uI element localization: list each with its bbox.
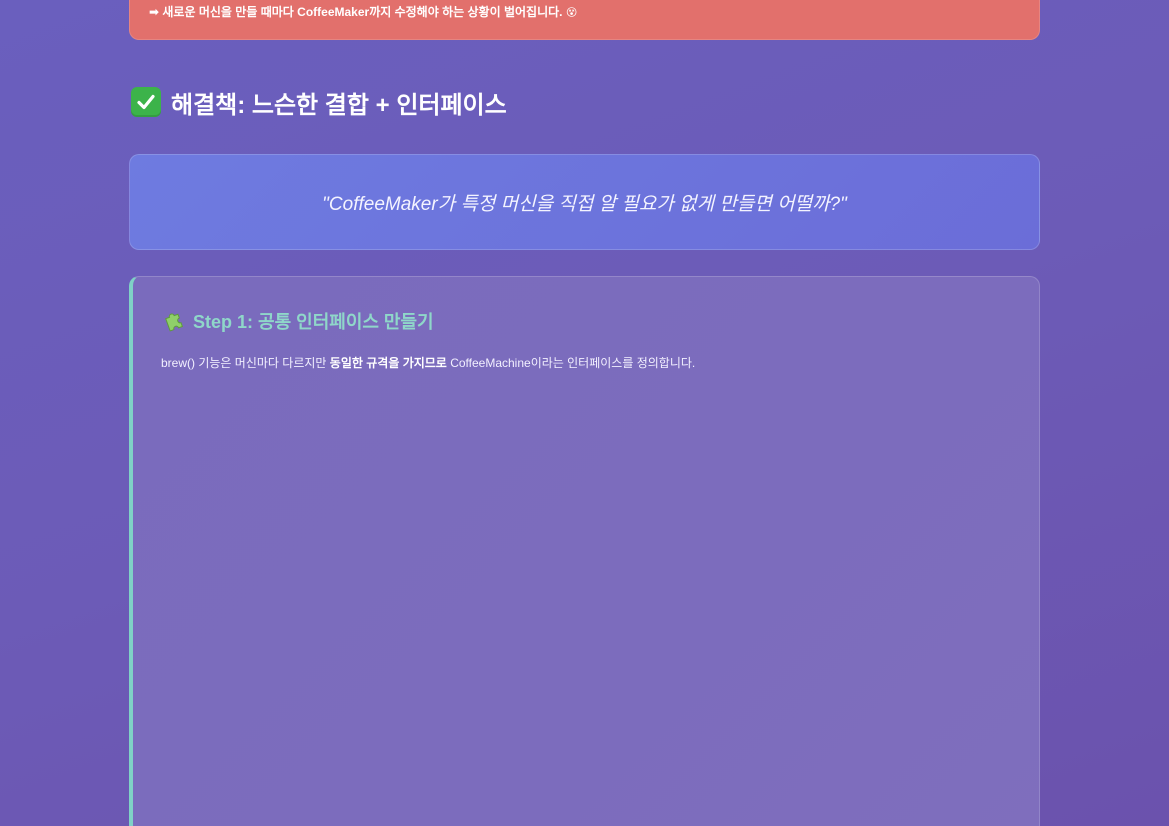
quote-callout: "CoffeeMaker가 특정 머신을 직접 알 필요가 없게 만들면 어떨까… [129,154,1040,250]
step-1-desc-after: CoffeeMachine이라는 인터페이스를 정의합니다. [446,356,696,370]
check-icon [131,87,161,117]
step-1-desc-before: brew() 기능은 머신마다 다르지만 [161,356,330,370]
solution-heading: 해결책: 느슨한 결합 + 인터페이스 [131,84,507,120]
puzzle-icon [161,308,187,334]
problem-text-line: ➡ 새로운 머신을 만들 때마다 CoffeeMaker까지 수정해야 하는 상… [149,3,577,20]
dizzy-face-emoji: 😵 [565,7,578,19]
step-1-title: Step 1: 공통 인터페이스 만들기 [161,306,434,336]
step-1-desc-bold: 동일한 규격을 가지므로 [329,356,447,370]
problem-text: ➡ 새로운 머신을 만들 때마다 CoffeeMaker까지 수정해야 하는 상… [149,5,563,19]
step-1-description: brew() 기능은 머신마다 다르지만 동일한 규격을 가지므로 Coffee… [161,354,695,371]
step-1-card: Step 1: 공통 인터페이스 만들기 brew() 기능은 머신마다 다르지… [129,276,1040,826]
solution-heading-text: 해결책: 느슨한 결합 + 인터페이스 [171,91,507,119]
quote-text: "CoffeeMaker가 특정 머신을 직접 알 필요가 없게 만들면 어떨까… [322,193,847,215]
step-1-title-text: Step 1: 공통 인터페이스 만들기 [193,312,434,332]
problem-callout: ➡ 새로운 머신을 만들 때마다 CoffeeMaker까지 수정해야 하는 상… [129,0,1040,40]
